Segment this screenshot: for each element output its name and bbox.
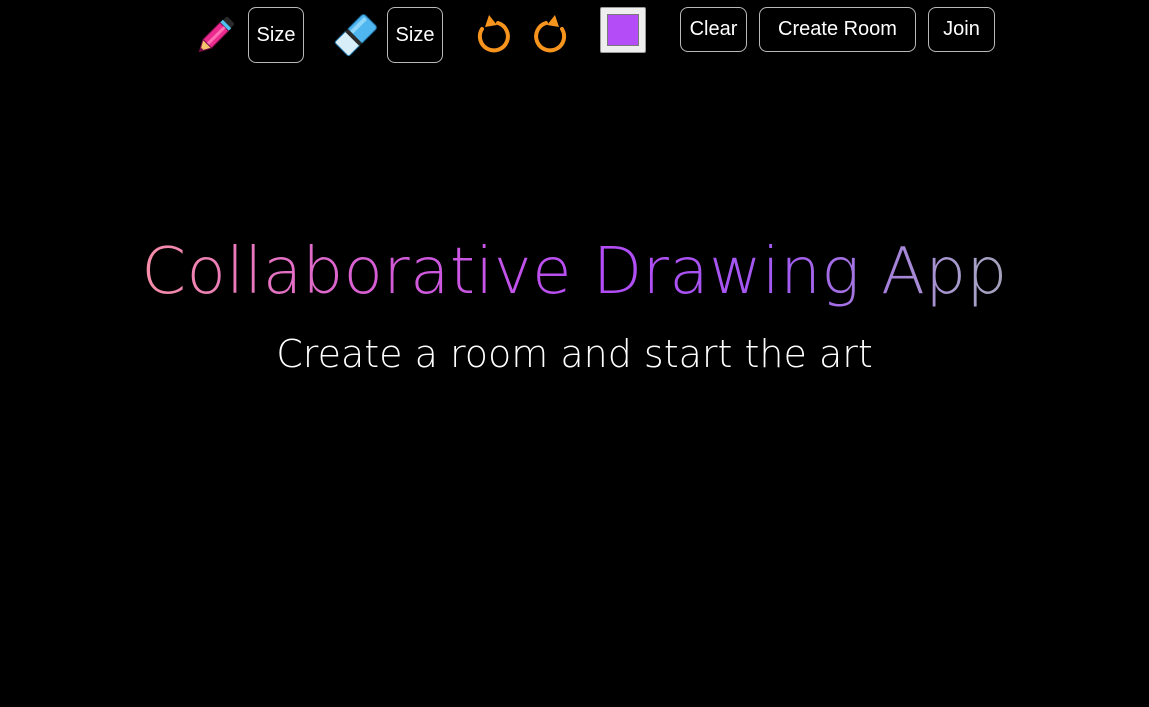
page-title: Collaborative Drawing App bbox=[0, 232, 1149, 312]
app-page: Size Size Clear Create Room Join Collabo… bbox=[0, 0, 1149, 707]
create-room-button[interactable]: Create Room bbox=[759, 7, 916, 52]
pencil-icon[interactable] bbox=[190, 11, 240, 61]
join-button[interactable]: Join bbox=[928, 7, 995, 52]
eraser-icon[interactable] bbox=[330, 11, 380, 61]
eraser-size-button[interactable]: Size bbox=[387, 7, 443, 63]
pen-size-button[interactable]: Size bbox=[248, 7, 304, 63]
selected-color-fill bbox=[607, 14, 639, 46]
clear-button[interactable]: Clear bbox=[680, 7, 747, 52]
toolbar: Size Size Clear Create Room Join bbox=[0, 0, 1149, 70]
undo-icon[interactable] bbox=[473, 13, 515, 57]
color-picker[interactable] bbox=[600, 7, 646, 53]
page-subtitle: Create a room and start the art bbox=[276, 332, 873, 376]
redo-icon[interactable] bbox=[529, 13, 571, 57]
